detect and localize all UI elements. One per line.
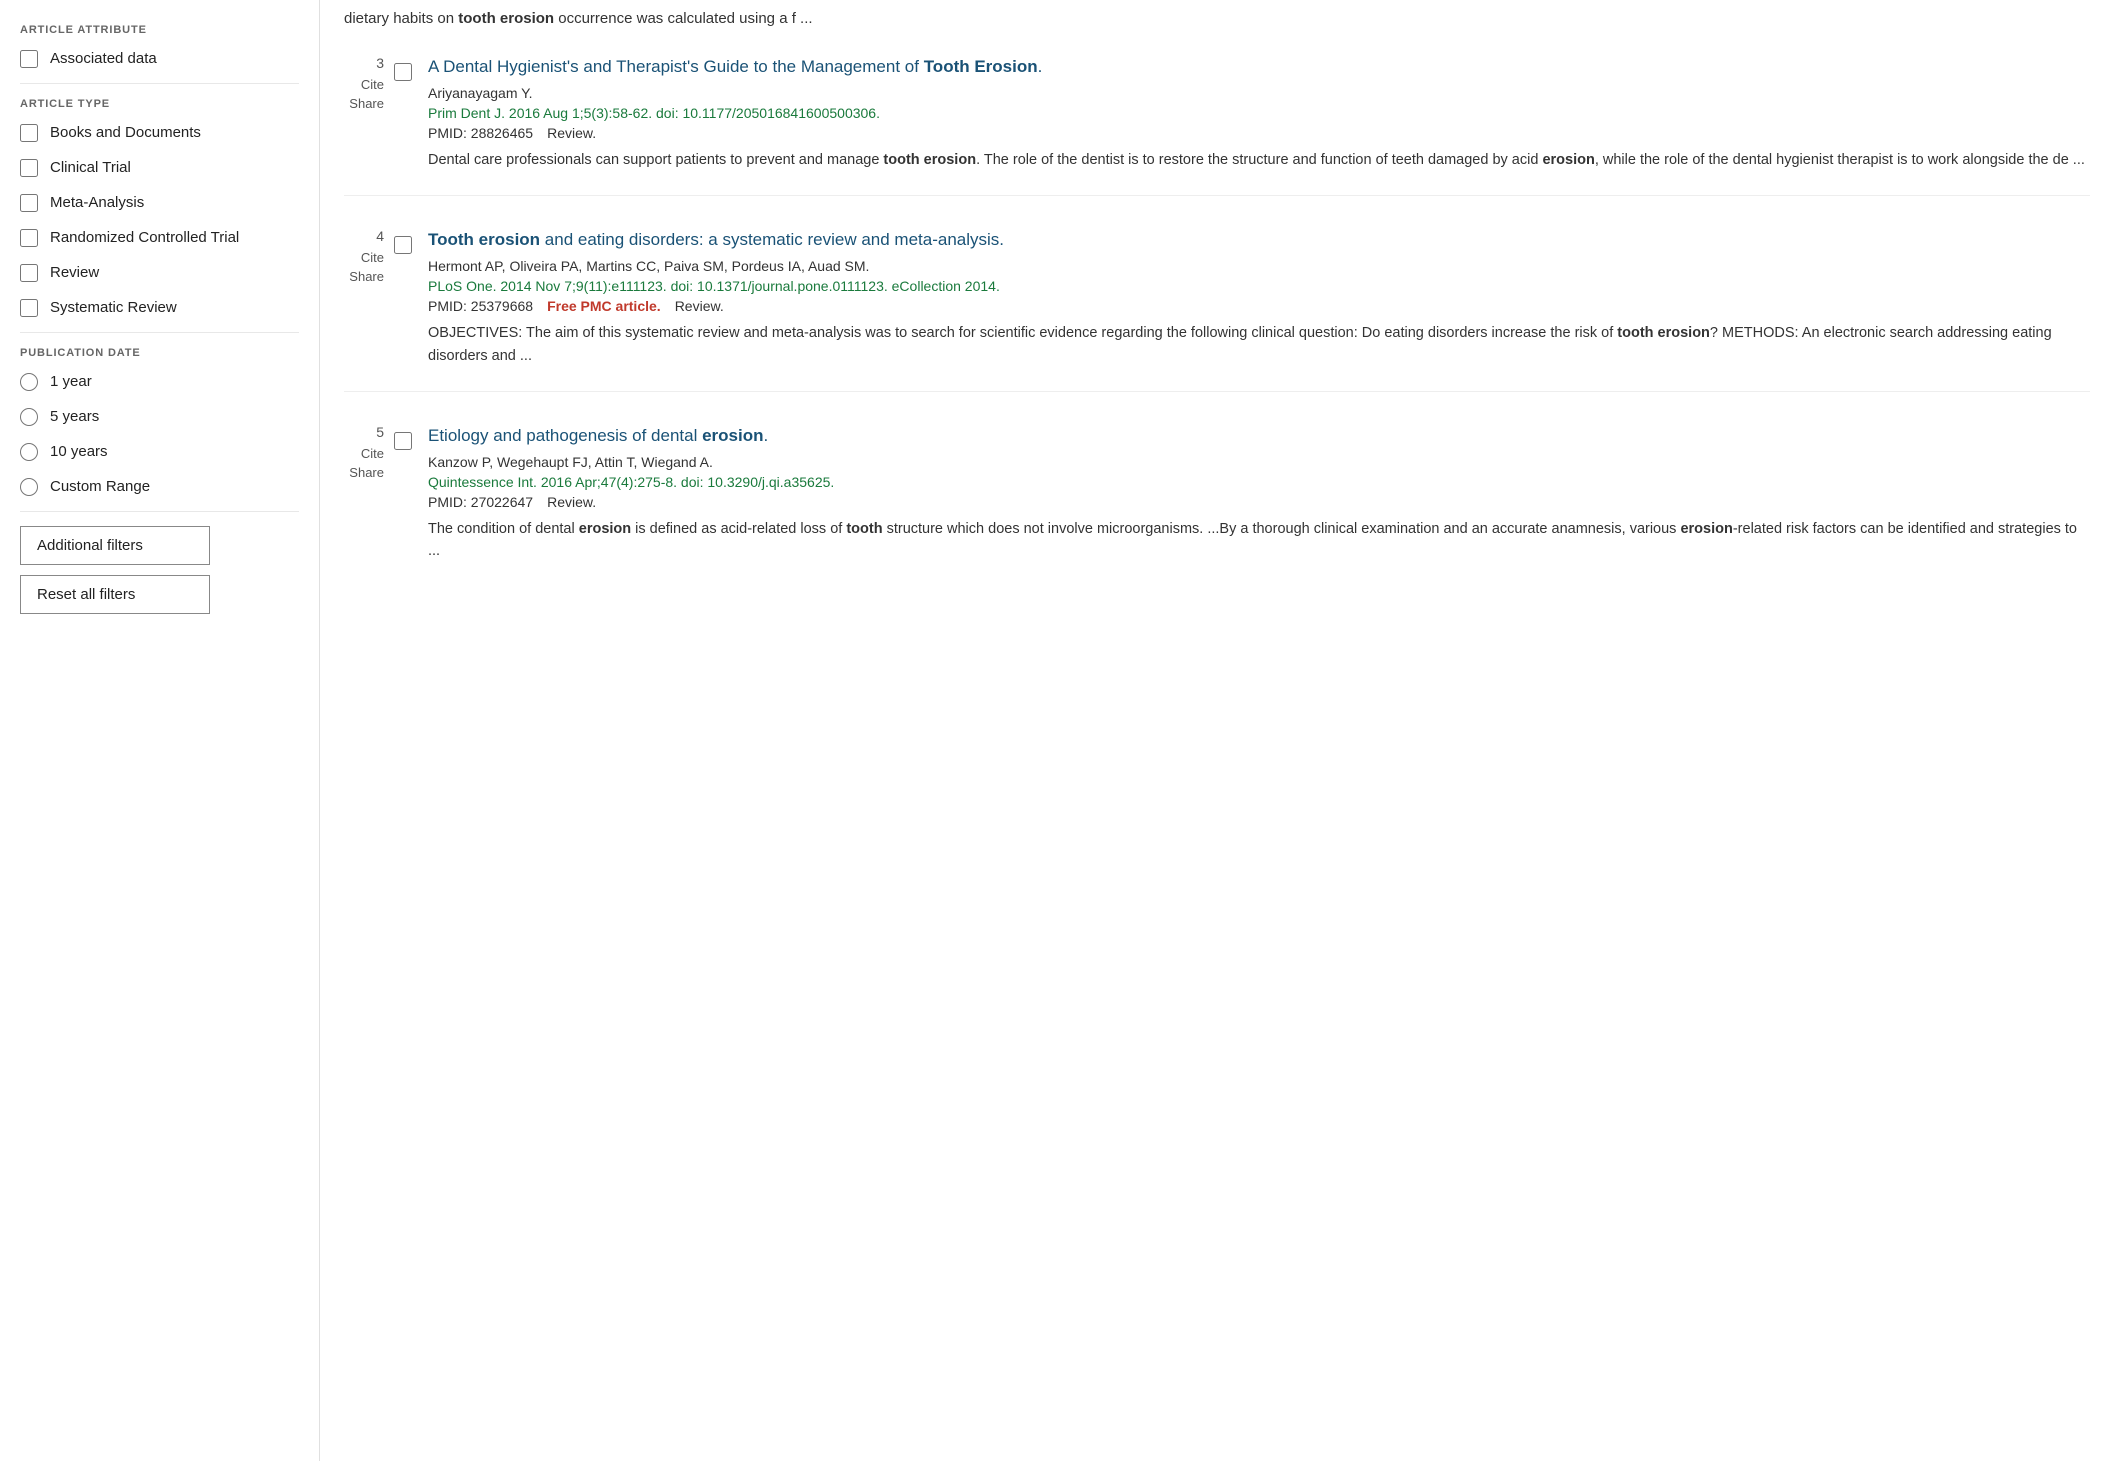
result-3-share[interactable]: Share [349, 96, 384, 111]
rct-checkbox[interactable] [20, 229, 38, 247]
result-4-authors: Hermont AP, Oliveira PA, Martins CC, Pai… [428, 258, 2090, 274]
result-3-cite[interactable]: Cite [361, 77, 384, 92]
result-item-4: 4 Cite Share Tooth erosion and eating di… [344, 228, 2090, 392]
filter-associated-data[interactable]: Associated data [20, 48, 299, 69]
systematic-review-label: Systematic Review [50, 297, 177, 318]
books-documents-checkbox[interactable] [20, 124, 38, 142]
result-5-review-tag: Review. [547, 494, 596, 510]
result-5-left: 5 Cite Share [344, 424, 394, 484]
custom-range-radio[interactable] [20, 478, 38, 496]
result-4-left: 4 Cite Share [344, 228, 394, 288]
result-3-authors: Ariyanayagam Y. [428, 85, 2090, 101]
custom-range-label: Custom Range [50, 476, 150, 497]
result-5-journal: Quintessence Int. 2016 Apr;47(4):275-8. … [428, 474, 2090, 490]
10years-radio[interactable] [20, 443, 38, 461]
result-3-number: 3 [376, 55, 384, 71]
rct-label: Randomized Controlled Trial [50, 227, 239, 248]
associated-data-checkbox[interactable] [20, 50, 38, 68]
result-3-body: A Dental Hygienist's and Therapist's Gui… [428, 55, 2090, 171]
result-5-pmid: PMID: 27022647 [428, 494, 533, 510]
main-content: dietary habits on tooth erosion occurren… [320, 0, 2114, 1461]
reset-filters-button[interactable]: Reset all filters [20, 575, 210, 614]
result-3-checkbox-col[interactable] [394, 55, 428, 81]
result-3-review-tag: Review. [547, 125, 596, 141]
result-4-pmid-row: PMID: 25379668 Free PMC article. Review. [428, 298, 2090, 314]
result-3-journal: Prim Dent J. 2016 Aug 1;5(3):58-62. doi:… [428, 105, 2090, 121]
result-4-review-tag: Review. [675, 298, 724, 314]
filter-10years[interactable]: 10 years [20, 441, 299, 462]
result-item-3: 3 Cite Share A Dental Hygienist's and Th… [344, 55, 2090, 196]
filter-5years[interactable]: 5 years [20, 406, 299, 427]
result-5-share[interactable]: Share [349, 465, 384, 480]
books-documents-label: Books and Documents [50, 122, 201, 143]
result-3-title[interactable]: A Dental Hygienist's and Therapist's Gui… [428, 55, 2090, 79]
result-3-pmid-row: PMID: 28826465 Review. [428, 125, 2090, 141]
divider-3 [20, 511, 299, 512]
result-5-title-keyword: erosion [702, 426, 763, 445]
filter-review[interactable]: Review [20, 262, 299, 283]
result-4-checkbox[interactable] [394, 236, 412, 254]
clinical-trial-label: Clinical Trial [50, 157, 131, 178]
additional-filters-button[interactable]: Additional filters [20, 526, 210, 565]
result-5-title[interactable]: Etiology and pathogenesis of dental eros… [428, 424, 2090, 448]
article-attribute-section-label: ARTICLE ATTRIBUTE [20, 24, 299, 36]
filter-1year[interactable]: 1 year [20, 371, 299, 392]
review-checkbox[interactable] [20, 264, 38, 282]
meta-analysis-checkbox[interactable] [20, 194, 38, 212]
top-snippet: dietary habits on tooth erosion occurren… [344, 10, 2090, 37]
result-3-checkbox[interactable] [394, 63, 412, 81]
result-4-cite[interactable]: Cite [361, 250, 384, 265]
result-3-left: 3 Cite Share [344, 55, 394, 115]
result-4-journal: PLoS One. 2014 Nov 7;9(11):e111123. doi:… [428, 278, 2090, 294]
result-5-pmid-row: PMID: 27022647 Review. [428, 494, 2090, 510]
associated-data-label: Associated data [50, 48, 157, 69]
result-4-checkbox-col[interactable] [394, 228, 428, 254]
systematic-review-checkbox[interactable] [20, 299, 38, 317]
divider-2 [20, 332, 299, 333]
result-5-authors: Kanzow P, Wegehaupt FJ, Attin T, Wiegand… [428, 454, 2090, 470]
result-5-cite[interactable]: Cite [361, 446, 384, 461]
10years-label: 10 years [50, 441, 108, 462]
result-3-pmid: PMID: 28826465 [428, 125, 533, 141]
5years-radio[interactable] [20, 408, 38, 426]
result-4-share[interactable]: Share [349, 269, 384, 284]
clinical-trial-checkbox[interactable] [20, 159, 38, 177]
result-5-body: Etiology and pathogenesis of dental eros… [428, 424, 2090, 563]
filter-clinical-trial[interactable]: Clinical Trial [20, 157, 299, 178]
5years-label: 5 years [50, 406, 99, 427]
result-5-checkbox-col[interactable] [394, 424, 428, 450]
meta-analysis-label: Meta-Analysis [50, 192, 144, 213]
filter-rct[interactable]: Randomized Controlled Trial [20, 227, 299, 248]
result-3-abstract: Dental care professionals can support pa… [428, 149, 2090, 171]
result-5-abstract: The condition of dental erosion is defin… [428, 518, 2090, 563]
divider-1 [20, 83, 299, 84]
filter-custom-range[interactable]: Custom Range [20, 476, 299, 497]
result-4-pmid: PMID: 25379668 [428, 298, 533, 314]
sidebar: ARTICLE ATTRIBUTE Associated data ARTICL… [0, 0, 320, 1461]
1year-label: 1 year [50, 371, 92, 392]
result-4-abstract: OBJECTIVES: The aim of this systematic r… [428, 322, 2090, 367]
result-5-checkbox[interactable] [394, 432, 412, 450]
article-type-section-label: ARTICLE TYPE [20, 98, 299, 110]
filter-meta-analysis[interactable]: Meta-Analysis [20, 192, 299, 213]
result-3-title-keyword: Tooth Erosion [924, 57, 1038, 76]
snippet-bold-keyword: tooth erosion [458, 10, 554, 27]
result-5-number: 5 [376, 424, 384, 440]
result-4-title-keyword: Tooth erosion [428, 230, 540, 249]
review-label: Review [50, 262, 99, 283]
filter-systematic-review[interactable]: Systematic Review [20, 297, 299, 318]
1year-radio[interactable] [20, 373, 38, 391]
result-4-body: Tooth erosion and eating disorders: a sy… [428, 228, 2090, 367]
result-4-number: 4 [376, 228, 384, 244]
result-4-title[interactable]: Tooth erosion and eating disorders: a sy… [428, 228, 2090, 252]
publication-date-section-label: PUBLICATION DATE [20, 347, 299, 359]
result-4-free-pmc[interactable]: Free PMC article. [547, 298, 661, 314]
filter-books-documents[interactable]: Books and Documents [20, 122, 299, 143]
result-item-5: 5 Cite Share Etiology and pathogenesis o… [344, 424, 2090, 587]
